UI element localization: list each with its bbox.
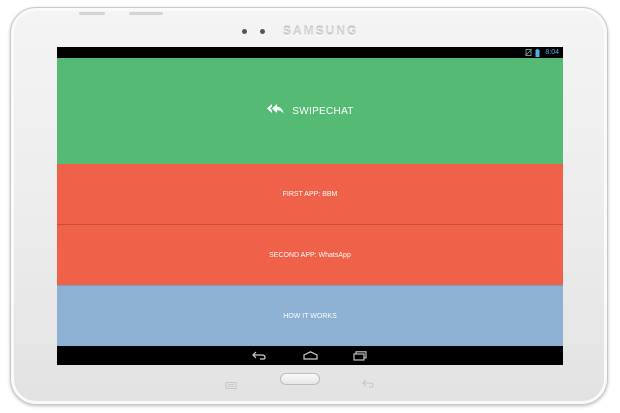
how-it-works-label: HOW IT WORKS [283,312,337,320]
back-key-icon[interactable] [362,375,374,388]
navigation-bar [57,346,563,365]
battery-icon [535,49,542,57]
status-bar: 8:04 [57,47,563,58]
back-icon[interactable] [251,349,267,362]
second-app-label: SECOND APP: WhatsApp [269,251,351,259]
status-icons: 8:04 [525,48,559,57]
power-button[interactable] [129,12,163,15]
sensor-dot [242,29,247,34]
volume-button[interactable] [79,12,105,15]
double-reply-arrow-icon [266,102,284,120]
no-sim-icon [525,49,533,56]
camera-lens [260,29,265,34]
menu-key-icon[interactable] [225,376,237,389]
page: SAMSUNG 8:04 SWIPECHAT FIRST APP: BBM SE… [0,0,620,413]
second-app-button[interactable]: SECOND APP: WhatsApp [57,225,563,285]
first-app-button[interactable]: FIRST APP: BBM [57,164,563,224]
brand-logo: SAMSUNG [283,24,359,38]
status-time: 8:04 [545,49,559,56]
swipechat-header-panel[interactable]: SWIPECHAT [57,58,563,164]
home-icon[interactable] [302,349,318,362]
how-it-works-button[interactable]: HOW IT WORKS [57,286,563,346]
screen: 8:04 SWIPECHAT FIRST APP: BBM SECOND APP… [57,47,563,365]
recent-apps-icon[interactable] [352,349,368,362]
hardware-home-button[interactable] [280,373,320,385]
first-app-label: FIRST APP: BBM [282,190,338,198]
app-title: SWIPECHAT [292,105,354,117]
